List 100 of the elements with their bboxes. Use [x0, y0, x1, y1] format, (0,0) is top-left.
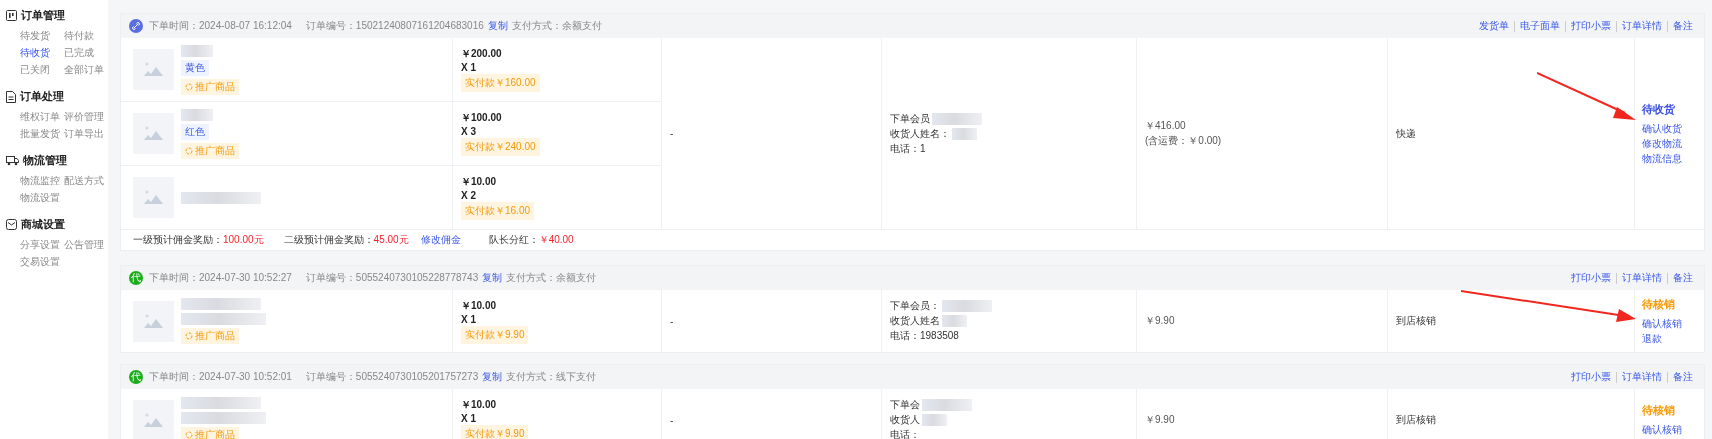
copy-link[interactable]: 复制 — [482, 370, 503, 384]
sidebar-link[interactable]: 待发货 — [20, 29, 64, 43]
order-action-link[interactable]: 备注 — [1668, 271, 1698, 285]
order-action-link[interactable]: 电子面单 — [1515, 19, 1565, 33]
sidebar-link[interactable]: 维权订单 — [20, 110, 64, 124]
order-time: 下单时间：2024-07-30 10:52:01 — [149, 370, 292, 384]
order-time: 下单时间：2024-07-30 10:52:27 — [149, 271, 292, 285]
promo-tag: 推广商品 — [181, 142, 239, 159]
commission-value: 45.00元 — [373, 233, 409, 247]
order-action-link[interactable]: 打印小票 — [1566, 370, 1616, 384]
blurred-text — [181, 44, 213, 57]
sidebar-link[interactable]: 全部订单 — [64, 63, 110, 77]
quantity: X 2 — [461, 190, 477, 201]
commission-value: 100.00元 — [223, 233, 264, 247]
status-action-link[interactable]: 确认核销 — [1642, 316, 1704, 331]
order-action-link[interactable]: 备注 — [1668, 370, 1698, 384]
order-status: 待收货 — [1642, 101, 1676, 117]
payment-method: 支付方式：余额支付 — [511, 19, 602, 33]
promo-tag: 推广商品 — [181, 427, 239, 439]
commission-label: 一级预计佣金奖励： — [133, 233, 223, 247]
image-placeholder-icon — [133, 113, 174, 154]
image-placeholder-icon — [133, 177, 174, 218]
order-action-link[interactable]: 订单详情 — [1617, 370, 1667, 384]
recycle-icon — [185, 146, 193, 155]
copy-link[interactable]: 复制 — [487, 19, 508, 33]
promo-tag: 推广商品 — [181, 328, 239, 344]
recycle-icon — [185, 332, 193, 340]
board-icon — [6, 10, 17, 21]
blurred-text — [952, 127, 977, 140]
unit-price: ￥10.00 — [461, 397, 498, 412]
order-total: ￥9.90 — [1145, 314, 1176, 328]
member-info: 电话： — [890, 428, 920, 439]
member-info: 电话：1 — [890, 141, 926, 156]
group-title: 商城设置 — [21, 217, 65, 232]
spec-tag: 黄色 — [181, 59, 209, 76]
sidebar-link[interactable]: 配送方式 — [64, 174, 110, 188]
sidebar-link[interactable]: 物流设置 — [20, 191, 64, 205]
blurred-text — [942, 300, 992, 312]
unit-price: ￥10.00 — [461, 175, 498, 189]
member-info: 收货人 — [890, 413, 920, 427]
blurred-text — [932, 112, 982, 125]
sidebar-link[interactable]: 已完成 — [64, 46, 110, 60]
link-badge-icon — [129, 19, 143, 33]
member-info: 下单会 — [890, 398, 920, 412]
unit-price: ￥100.00 — [461, 111, 503, 125]
order-action-link[interactable]: 备注 — [1668, 19, 1698, 33]
status-action-link[interactable]: 物流信息 — [1642, 151, 1704, 166]
quantity: X 3 — [461, 126, 477, 137]
document-icon — [6, 90, 16, 103]
sidebar-link[interactable]: 公告管理 — [64, 238, 110, 252]
order-action-link[interactable]: 订单详情 — [1617, 19, 1667, 33]
image-placeholder-icon — [133, 300, 174, 342]
quantity: X 1 — [461, 412, 477, 424]
order-type-badge: 代 — [129, 271, 143, 285]
order-status: 待核销 — [1642, 296, 1676, 312]
sidebar-link[interactable]: 交易设置 — [20, 255, 64, 269]
delivery-method: 到店核销 — [1396, 413, 1437, 427]
paid-amount: 实付款￥160.00 — [461, 74, 540, 92]
order-action-link[interactable]: 订单详情 — [1617, 271, 1667, 285]
blurred-text — [181, 108, 213, 121]
sidebar-link[interactable]: 待付款 — [64, 29, 110, 43]
order-number: 订单编号：5055240730105201757273 — [305, 370, 479, 384]
status-action-link[interactable]: 确认核销 — [1642, 423, 1704, 437]
order-number: 订单编号：5055240730105228778743 — [305, 271, 479, 285]
order-action-link[interactable]: 打印小票 — [1566, 271, 1616, 285]
sidebar-link[interactable]: 已关闭 — [20, 63, 64, 77]
order-type-badge: 代 — [129, 370, 143, 384]
delivery-method: 快递 — [1396, 126, 1417, 141]
order-status: 待核销 — [1642, 403, 1676, 418]
copy-link[interactable]: 复制 — [482, 271, 503, 285]
blurred-text — [922, 414, 947, 426]
promo-tag: 推广商品 — [181, 78, 239, 95]
status-action-link[interactable]: 修改物流 — [1642, 136, 1704, 151]
quantity: X 1 — [461, 62, 477, 73]
dash-text: - — [670, 315, 675, 327]
payment-method: 支付方式：线下支付 — [506, 370, 597, 384]
order-action-link[interactable]: 打印小票 — [1566, 19, 1616, 33]
unit-price: ￥200.00 — [461, 47, 503, 61]
sidebar-link[interactable]: 评价管理 — [64, 110, 110, 124]
spec-tag: 红色 — [181, 123, 209, 140]
order-total: ￥9.90 — [1145, 413, 1176, 427]
sidebar-link[interactable]: 订单导出 — [64, 127, 110, 141]
image-placeholder-icon — [133, 49, 174, 90]
edit-commission-link[interactable]: 修改佣金 — [420, 233, 461, 247]
status-action-link[interactable]: 确认收货 — [1642, 121, 1704, 136]
sidebar-link[interactable]: 批量发货 — [20, 127, 64, 141]
sidebar-link[interactable]: 待收货 — [20, 46, 64, 60]
recycle-icon — [185, 82, 193, 91]
member-info: 收货人姓名： — [890, 126, 950, 141]
status-action-link[interactable]: 退款 — [1642, 331, 1704, 346]
sidebar-link[interactable]: 物流监控 — [20, 174, 64, 188]
leader-bonus-value: ￥40.00 — [538, 233, 574, 247]
commission-label: 二级预计佣金奖励： — [283, 233, 374, 247]
paid-amount: 实付款￥9.90 — [461, 325, 529, 344]
group-title: 订单处理 — [20, 89, 64, 104]
order-action-link[interactable]: 发货单 — [1474, 19, 1514, 33]
group-title: 订单管理 — [21, 8, 65, 23]
sidebar-link[interactable]: 分享设置 — [20, 238, 64, 252]
order-total: ￥416.00 — [1145, 119, 1187, 133]
recycle-icon — [185, 431, 193, 439]
